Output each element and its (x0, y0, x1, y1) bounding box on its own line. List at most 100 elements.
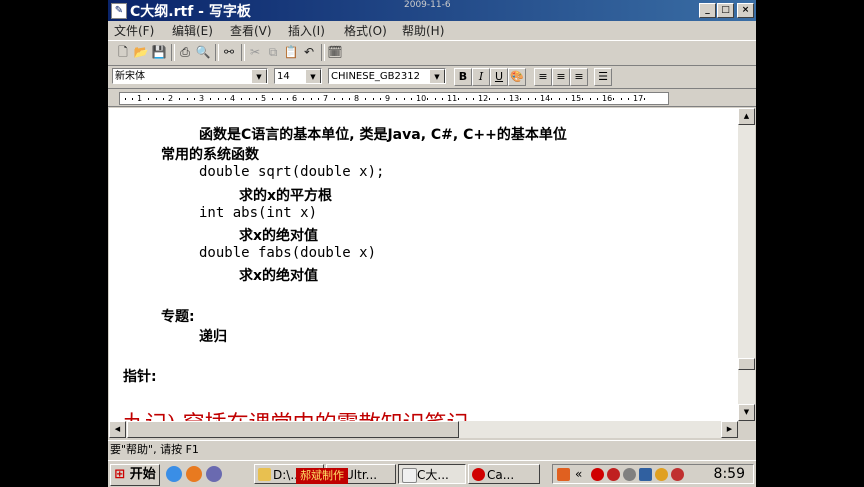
font-size-combo[interactable]: 14 ▼ (274, 68, 322, 84)
firefox-icon[interactable] (186, 466, 202, 482)
ruler-tick (435, 98, 436, 100)
chevron-down-icon[interactable]: ▼ (305, 69, 321, 83)
font-name-combo[interactable]: 新宋体 ▼ (112, 68, 268, 84)
document-line: 指针: (123, 369, 157, 386)
align-right-icon[interactable]: ≡ (570, 68, 588, 86)
horizontal-scrollbar[interactable]: ◀ ▶ (109, 421, 738, 438)
open-icon[interactable]: 📂 (132, 43, 150, 61)
paste-icon[interactable]: 📋 (282, 43, 300, 61)
ruler[interactable]: 1 2 3 4 5 6 7 8 9 10 11 12 13 14 15 16 17 (108, 90, 756, 107)
ruler-tick (272, 98, 273, 100)
document-line: int abs(int x) (199, 204, 318, 221)
hscroll-thumb[interactable] (127, 421, 459, 438)
ruler-tick (334, 98, 335, 100)
font-name-value: 新宋体 (115, 71, 145, 82)
ruler-tick (551, 98, 552, 100)
menu-format[interactable]: 格式(O) (344, 22, 387, 39)
script-combo[interactable]: CHINESE_GB2312 ▼ (328, 68, 446, 84)
format-toolbar: 新宋体 ▼ 14 ▼ CHINESE_GB2312 ▼ B I U 🎨 ≡ ≡ … (108, 66, 756, 89)
ruler-label: 8 (354, 94, 360, 103)
ruler-label: 12 (478, 94, 489, 103)
system-tray: « 8:59 (552, 464, 754, 484)
close-button[interactable]: × (737, 3, 754, 18)
input-method-icon[interactable] (557, 468, 570, 481)
title-bar[interactable]: ✎ C大纲.rtf - 写字板 2009-11-6 _ □ × (108, 0, 756, 21)
document-line: 函数是C语言的基本单位, 类是Java, C#, C++的基本单位 (199, 127, 567, 143)
scroll-up-button[interactable]: ▲ (738, 108, 755, 125)
ruler-label: 16 (602, 94, 613, 103)
bold-button[interactable]: B (454, 68, 472, 86)
italic-button[interactable]: I (472, 68, 490, 86)
display-icon[interactable] (639, 468, 652, 481)
document-area[interactable]: 九记) 穿插在课堂中的零散知识笔记 函数是C语言的基本单位, 类是Java, C… (109, 108, 738, 421)
find-icon[interactable]: ⚯ (220, 43, 238, 61)
ruler-tick (249, 98, 250, 100)
vertical-scrollbar[interactable]: ▲ ▼ (738, 108, 755, 421)
network-icon[interactable] (623, 468, 636, 481)
ruler-tick (621, 98, 622, 100)
ruler-label: 11 (447, 94, 458, 103)
ruler-tick (566, 98, 567, 100)
status-text: 要"帮助", 请按 F1 (110, 443, 199, 456)
toolbar-separator (171, 44, 175, 61)
wordpad-app-icon[interactable]: ✎ (111, 3, 127, 19)
media-player-icon[interactable] (206, 466, 222, 482)
window-title: C大纲.rtf - 写字板 (130, 4, 251, 20)
ruler-tick (187, 98, 188, 100)
script-value: CHINESE_GB2312 (331, 71, 420, 82)
ruler-tick (342, 98, 343, 100)
date-overlay: 2009-11-6 (404, 0, 451, 10)
ruler-label: 13 (509, 94, 520, 103)
scroll-left-button[interactable]: ◀ (109, 421, 126, 438)
print-preview-icon[interactable]: 🔍 (194, 43, 212, 61)
menu-view[interactable]: 查看(V) (230, 22, 272, 39)
start-label: 开始 (129, 467, 156, 482)
datetime-icon[interactable]: 🗓 (326, 43, 344, 61)
ruler-tick (194, 98, 195, 100)
ruler-tick (163, 98, 164, 100)
undo-icon[interactable]: ↶ (300, 43, 318, 61)
copy-icon[interactable]: ⧉ (264, 43, 282, 61)
shield-icon[interactable] (671, 468, 684, 481)
menu-edit[interactable]: 编辑(E) (172, 22, 213, 39)
minimize-button[interactable]: _ (699, 3, 716, 18)
menu-help[interactable]: 帮助(H) (402, 22, 444, 39)
task-wordpad[interactable]: C大... (398, 464, 466, 484)
scroll-thumb[interactable] (738, 358, 755, 370)
align-left-icon[interactable]: ≡ (534, 68, 552, 86)
menu-file[interactable]: 文件(F) (114, 22, 154, 39)
ie-icon[interactable] (166, 466, 182, 482)
print-icon[interactable]: ⎙ (176, 43, 194, 61)
ruler-tick (489, 98, 490, 100)
ruler-label: 9 (385, 94, 391, 103)
document-line: 求的x的平方根 (239, 187, 333, 204)
antivirus-icon[interactable] (607, 468, 620, 481)
cut-icon[interactable]: ✂ (246, 43, 264, 61)
ruler-tick (218, 98, 219, 100)
scroll-down-button[interactable]: ▼ (738, 404, 755, 421)
maximize-button[interactable]: □ (717, 3, 734, 18)
ruler-tick (644, 98, 645, 100)
task-camtasia[interactable]: Ca... (468, 464, 540, 484)
align-center-icon[interactable]: ≡ (552, 68, 570, 86)
start-button[interactable]: ⊞ 开始 (110, 464, 160, 486)
ruler-tick (559, 98, 560, 100)
chevron-down-icon[interactable]: ▼ (429, 69, 445, 83)
menu-insert[interactable]: 插入(I) (288, 22, 325, 39)
scroll-right-button[interactable]: ▶ (721, 421, 738, 438)
chevron-down-icon[interactable]: ▼ (251, 69, 267, 83)
bullets-icon[interactable]: ☰ (594, 68, 612, 86)
new-icon[interactable]: 🗋 (114, 43, 132, 61)
taskbar: ⊞ 开始 D:\... Ultr... C大... Ca... « 8:59 (108, 460, 756, 487)
color-icon[interactable]: 🎨 (508, 68, 526, 86)
red-heading-partial: 九记) 穿插在课堂中的零散知识笔记 (123, 406, 469, 421)
record-tray-icon[interactable] (591, 468, 604, 481)
task-label: Ca... (487, 468, 515, 482)
document-line: double sqrt(double x); (199, 164, 385, 181)
save-icon[interactable]: 💾 (150, 43, 168, 61)
security-icon[interactable] (655, 468, 668, 481)
ruler-tick (442, 98, 443, 100)
folder-icon (258, 468, 271, 481)
underline-button[interactable]: U (490, 68, 508, 86)
chevron-left-icon[interactable]: « (575, 468, 588, 481)
